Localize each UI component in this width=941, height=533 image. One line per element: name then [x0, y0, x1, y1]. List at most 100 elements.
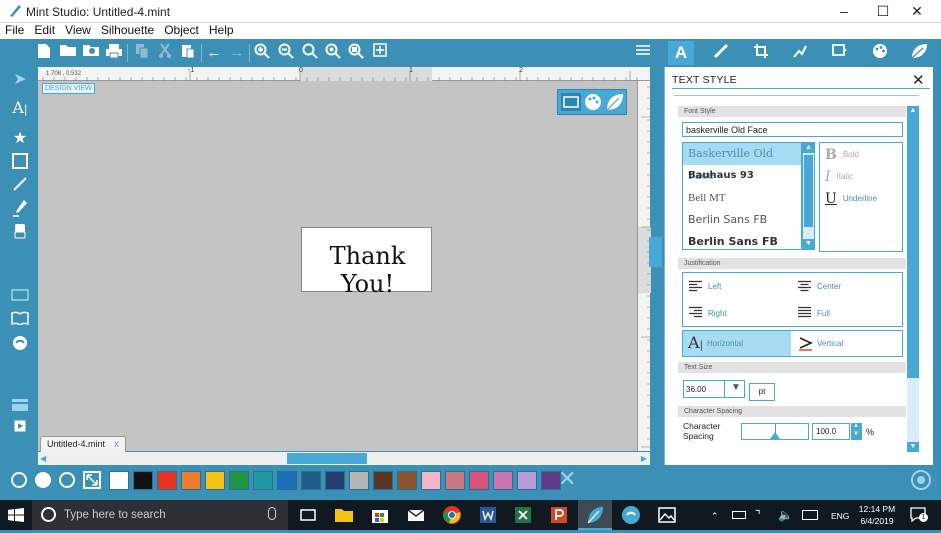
- chrome-icon[interactable]: [441, 504, 463, 526]
- color-swatch[interactable]: [277, 471, 297, 490]
- align-center-label[interactable]: Center: [817, 282, 841, 291]
- crop-panel-icon[interactable]: [751, 43, 771, 63]
- undo-icon[interactable]: ←: [204, 43, 224, 63]
- italic-option[interactable]: I Italic: [825, 169, 853, 185]
- paste-icon[interactable]: [178, 43, 198, 63]
- text-tool-icon[interactable]: A|: [9, 97, 31, 119]
- transform-icon[interactable]: [83, 471, 101, 489]
- align-left-icon[interactable]: [689, 280, 702, 293]
- close-tab-icon[interactable]: x: [114, 437, 119, 452]
- text-size-unit[interactable]: pt: [749, 383, 775, 401]
- settings-gear-icon[interactable]: [911, 470, 931, 490]
- color-swatch[interactable]: [133, 471, 153, 490]
- color-swatch[interactable]: [253, 471, 273, 490]
- taskbar-search-box[interactable]: Type here to search: [32, 500, 288, 530]
- bold-option[interactable]: B Bold: [825, 147, 859, 163]
- font-list-item[interactable]: Bell MT: [683, 187, 801, 209]
- font-list-scroll-thumb[interactable]: [804, 155, 813, 227]
- font-list-item[interactable]: Berlin Sans FB: [683, 209, 801, 231]
- color-swatch[interactable]: [493, 471, 513, 490]
- stamp-page[interactable]: Thank You!: [301, 227, 432, 298]
- photos-icon[interactable]: [656, 504, 678, 526]
- word-icon[interactable]: [477, 504, 499, 526]
- mint-panel-icon[interactable]: [909, 43, 929, 63]
- text-style-panel-icon[interactable]: A: [668, 41, 694, 65]
- scroll-down-icon[interactable]: ▼: [803, 239, 814, 249]
- align-right-icon[interactable]: [689, 306, 702, 319]
- menu-file[interactable]: File: [0, 23, 29, 38]
- maximize-button[interactable]: ☐: [866, 0, 900, 23]
- powerpoint-icon[interactable]: [548, 504, 570, 526]
- font-list-item[interactable]: Baskerville Old Face: [683, 143, 801, 182]
- send-panel-icon[interactable]: [830, 43, 850, 63]
- copy-icon[interactable]: [132, 43, 152, 63]
- zoom-out-icon[interactable]: [276, 43, 296, 63]
- show-hidden-icons-icon[interactable]: ⌃: [711, 511, 719, 522]
- file-explorer-icon[interactable]: [333, 504, 355, 526]
- color-swatch[interactable]: [325, 471, 345, 490]
- library-icon[interactable]: [9, 310, 31, 332]
- font-list[interactable]: Baskerville Old Face Bauhaus 93 Bell MT …: [682, 142, 802, 250]
- panel-toggle-icon[interactable]: [9, 397, 31, 419]
- color-swatch[interactable]: [205, 471, 225, 490]
- vertical-orientation-button[interactable]: Vertical: [792, 331, 902, 356]
- char-spacing-slider[interactable]: [741, 423, 809, 440]
- slider-handle[interactable]: [770, 432, 780, 439]
- char-spacing-input[interactable]: 100.0: [812, 423, 850, 440]
- fill-palette-icon[interactable]: [583, 93, 603, 111]
- language-indicator[interactable]: ENG: [831, 511, 849, 521]
- close-button[interactable]: ✕: [900, 0, 934, 23]
- align-panel-icon[interactable]: [633, 43, 653, 63]
- menu-silhouette[interactable]: Silhouette: [96, 23, 159, 38]
- page-text[interactable]: Thank You!: [302, 242, 433, 298]
- text-size-dropdown-icon[interactable]: ▼: [731, 382, 741, 393]
- play-icon[interactable]: [9, 419, 31, 441]
- outline-circle-icon[interactable]: [59, 472, 75, 488]
- line-style-panel-icon[interactable]: [711, 43, 731, 63]
- menu-view[interactable]: View: [60, 23, 96, 38]
- shape-tool-icon[interactable]: [9, 152, 31, 174]
- zoom-drag-icon[interactable]: [323, 43, 343, 63]
- panel-scroll-up-icon[interactable]: ▲: [907, 106, 919, 116]
- color-swatch[interactable]: [517, 471, 537, 490]
- panel-scroll-down-icon[interactable]: ▼: [907, 442, 919, 452]
- document-tab[interactable]: Untitled-4.mint x: [40, 436, 126, 452]
- horizontal-orientation-button[interactable]: A| Horizontal: [683, 331, 791, 356]
- panel-scrollbar-thumb[interactable]: [907, 116, 919, 378]
- page-view-icon[interactable]: [9, 287, 31, 309]
- underline-option[interactable]: U Underline: [825, 191, 877, 207]
- windows-start-icon[interactable]: [8, 508, 24, 522]
- battery-icon[interactable]: [732, 511, 746, 519]
- font-search-input[interactable]: baskerville Old Face: [682, 122, 903, 137]
- color-swatch[interactable]: [109, 471, 129, 490]
- color-swatch[interactable]: [397, 471, 417, 490]
- color-swatch[interactable]: [421, 471, 441, 490]
- menu-object[interactable]: Object: [159, 23, 204, 38]
- align-center-icon[interactable]: [798, 280, 811, 293]
- color-swatch[interactable]: [181, 471, 201, 490]
- task-view-icon[interactable]: [297, 504, 319, 526]
- color-swatch[interactable]: [349, 471, 369, 490]
- line-tool-icon[interactable]: [9, 175, 31, 197]
- color-swatch[interactable]: [469, 471, 489, 490]
- font-list-item[interactable]: Bauhaus 93: [683, 165, 801, 187]
- select-tool-icon[interactable]: ➤: [9, 69, 31, 91]
- redo-icon[interactable]: →: [227, 43, 247, 63]
- mint-studio-taskbar-button[interactable]: [578, 500, 612, 530]
- open-recent-icon[interactable]: [81, 43, 101, 63]
- stroke-thin-icon[interactable]: [11, 472, 27, 488]
- horizontal-scrollbar-thumb[interactable]: [287, 453, 367, 464]
- page-setup-icon[interactable]: [561, 93, 581, 111]
- pen-tool-icon[interactable]: [9, 198, 31, 220]
- zoom-fit-icon[interactable]: [346, 43, 366, 63]
- open-folder-icon[interactable]: [58, 43, 78, 63]
- panel-close-icon[interactable]: ✕: [912, 71, 925, 89]
- store-icon[interactable]: [9, 334, 31, 356]
- fit-page-icon[interactable]: [370, 43, 390, 63]
- align-full-label[interactable]: Full: [817, 309, 830, 318]
- print-icon[interactable]: [104, 43, 124, 63]
- taskbar-clock[interactable]: 12:14 PM 6/4/2019: [856, 503, 898, 527]
- menu-edit[interactable]: Edit: [29, 23, 60, 38]
- char-spacing-spinner[interactable]: ▲ ▼: [851, 423, 862, 440]
- silhouette-taskbar-icon[interactable]: [620, 504, 642, 526]
